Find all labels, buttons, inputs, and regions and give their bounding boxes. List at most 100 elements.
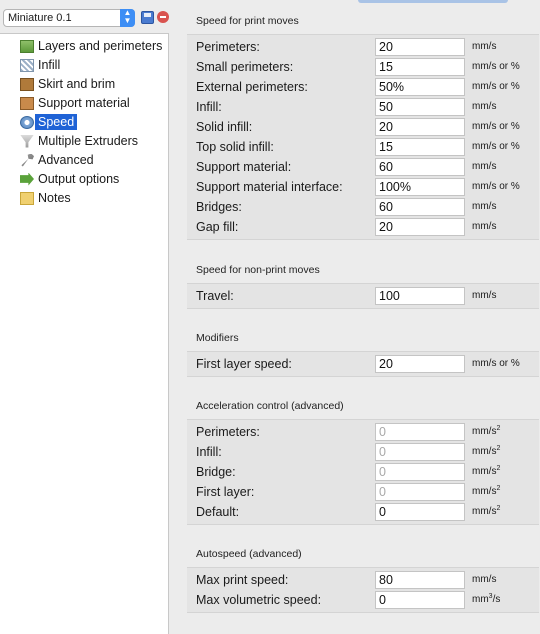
setting-row-bridge-accel: Bridge: mm/s2 <box>187 462 539 482</box>
section-title: Speed for print moves <box>196 15 299 27</box>
setting-label: Small perimeters: <box>196 60 294 74</box>
travel-speed-input[interactable] <box>375 287 465 305</box>
sidebar-item-notes[interactable]: Notes <box>20 189 71 207</box>
settings-category-tree: Layers and perimeters Infill Skirt and b… <box>0 33 169 634</box>
save-preset-icon[interactable] <box>141 11 154 24</box>
gap-fill-speed-input[interactable] <box>375 218 465 236</box>
setting-label: Top solid infill: <box>196 140 274 154</box>
setting-label: First layer: <box>196 485 255 499</box>
section-body: Perimeters: mm/s Small perimeters: mm/s … <box>187 34 539 240</box>
setting-row-perimeters-accel: Perimeters: mm/s2 <box>187 422 539 442</box>
sidebar-item-speed[interactable]: Speed <box>20 113 78 131</box>
setting-label: Perimeters: <box>196 40 260 54</box>
unit-label: mm/s2 <box>472 425 501 437</box>
dropdown-arrows-icon[interactable]: ▲ ▼ <box>120 9 135 27</box>
bridge-acceleration-input[interactable] <box>375 463 465 481</box>
sidebar-item-advanced[interactable]: Advanced <box>20 151 94 169</box>
section-acceleration-control: Acceleration control (advanced) Perimete… <box>187 400 539 525</box>
section-title: Speed for non-print moves <box>196 264 320 276</box>
setting-row-support-material: Support material: mm/s <box>187 157 539 177</box>
setting-label: Perimeters: <box>196 425 260 439</box>
sidebar-item-label: Output options <box>38 172 120 186</box>
small-perimeters-speed-input[interactable] <box>375 58 465 76</box>
folder-icon <box>20 191 34 205</box>
unit-label: mm/s <box>472 201 497 212</box>
solid-infill-speed-input[interactable] <box>375 118 465 136</box>
setting-row-bridges: Bridges: mm/s <box>187 197 539 217</box>
infill-speed-input[interactable] <box>375 98 465 116</box>
perimeters-speed-input[interactable] <box>375 38 465 56</box>
layers-icon <box>20 39 34 53</box>
setting-row-travel: Travel: mm/s <box>187 286 539 306</box>
top-solid-infill-speed-input[interactable] <box>375 138 465 156</box>
sidebar-item-label: Multiple Extruders <box>38 134 139 148</box>
unit-label: mm/s or % <box>472 61 520 72</box>
unit-label: mm/s or % <box>472 358 520 369</box>
preset-dropdown[interactable]: Miniature 0.1 ▲ ▼ <box>3 9 135 27</box>
infill-icon <box>20 58 34 72</box>
setting-row-small-perimeters: Small perimeters: mm/s or % <box>187 57 539 77</box>
perimeters-acceleration-input[interactable] <box>375 423 465 441</box>
skirt-brim-icon <box>20 77 34 91</box>
section-title: Modifiers <box>196 332 239 344</box>
delete-preset-icon[interactable] <box>157 11 169 23</box>
support-material-speed-input[interactable] <box>375 158 465 176</box>
setting-row-top-solid-infill: Top solid infill: mm/s or % <box>187 137 539 157</box>
setting-row-infill-accel: Infill: mm/s2 <box>187 442 539 462</box>
section-title: Autospeed (advanced) <box>196 548 302 560</box>
section-body: Max print speed: mm/s Max volumetric spe… <box>187 567 539 613</box>
support-material-icon <box>20 96 34 110</box>
setting-row-external-perimeters: External perimeters: mm/s or % <box>187 77 539 97</box>
setting-label: Bridge: <box>196 465 236 479</box>
setting-label: Infill: <box>196 445 222 459</box>
sidebar-item-label: Notes <box>38 191 71 205</box>
unit-label: mm/s2 <box>472 445 501 457</box>
unit-label: mm3/s <box>472 593 501 605</box>
setting-label: Max print speed: <box>196 573 289 587</box>
funnel-icon <box>20 134 34 148</box>
support-interface-speed-input[interactable] <box>375 178 465 196</box>
speed-settings-panel: Speed for print moves Perimeters: mm/s S… <box>170 0 540 634</box>
setting-label: Bridges: <box>196 200 242 214</box>
sidebar-item-label: Advanced <box>38 153 94 167</box>
max-print-speed-input[interactable] <box>375 571 465 589</box>
unit-label: mm/s2 <box>472 485 501 497</box>
section-print-moves: Speed for print moves Perimeters: mm/s S… <box>187 15 539 240</box>
setting-label: Solid infill: <box>196 120 253 134</box>
setting-row-solid-infill: Solid infill: mm/s or % <box>187 117 539 137</box>
output-arrow-icon <box>20 172 34 186</box>
first-layer-speed-input[interactable] <box>375 355 465 373</box>
max-volumetric-speed-input[interactable] <box>375 591 465 609</box>
unit-label: mm/s <box>472 290 497 301</box>
section-autospeed: Autospeed (advanced) Max print speed: mm… <box>187 548 539 613</box>
bridges-speed-input[interactable] <box>375 198 465 216</box>
sidebar-item-output-options[interactable]: Output options <box>20 170 119 188</box>
sidebar-item-support-material[interactable]: Support material <box>20 94 130 112</box>
sidebar-item-layers-perimeters[interactable]: Layers and perimeters <box>20 37 162 55</box>
sidebar-item-label: Speed <box>35 114 78 130</box>
external-perimeters-speed-input[interactable] <box>375 78 465 96</box>
default-acceleration-input[interactable] <box>375 503 465 521</box>
setting-label: Support material interface: <box>196 180 343 194</box>
setting-row-default-accel: Default: mm/s2 <box>187 502 539 522</box>
setting-label: Infill: <box>196 100 222 114</box>
sidebar-item-skirt-brim[interactable]: Skirt and brim <box>20 75 115 93</box>
sidebar-item-infill[interactable]: Infill <box>20 56 60 74</box>
sidebar-item-multiple-extruders[interactable]: Multiple Extruders <box>20 132 138 150</box>
preset-dropdown-value: Miniature 0.1 <box>8 12 72 24</box>
setting-row-infill: Infill: mm/s <box>187 97 539 117</box>
setting-label: Gap fill: <box>196 220 239 234</box>
first-layer-acceleration-input[interactable] <box>375 483 465 501</box>
unit-label: mm/s <box>472 574 497 585</box>
setting-row-gap-fill: Gap fill: mm/s <box>187 217 539 237</box>
speed-icon <box>20 115 34 129</box>
sidebar-item-label: Infill <box>38 58 61 72</box>
unit-label: mm/s <box>472 161 497 172</box>
setting-label: Default: <box>196 505 240 519</box>
setting-row-max-print-speed: Max print speed: mm/s <box>187 570 539 590</box>
setting-label: Support material: <box>196 160 292 174</box>
infill-acceleration-input[interactable] <box>375 443 465 461</box>
setting-label: Travel: <box>196 289 234 303</box>
unit-label: mm/s <box>472 221 497 232</box>
unit-label: mm/s or % <box>472 121 520 132</box>
